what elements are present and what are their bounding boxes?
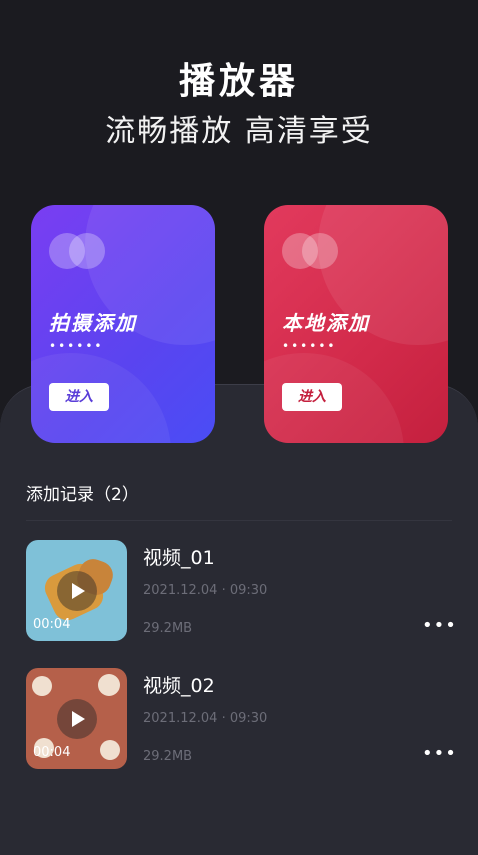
list-item[interactable]: 00:04 视频_02 2021.12.04 · 09:30 29.2MB ••… [26, 668, 456, 770]
divider [26, 520, 452, 521]
list-item[interactable]: 00:04 视频_01 2021.12.04 · 09:30 29.2MB ••… [26, 540, 456, 642]
video-thumbnail[interactable]: 00:04 [26, 540, 127, 641]
video-thumbnail[interactable]: 00:04 [26, 668, 127, 769]
page-subtitle: 流畅播放 高清享受 [105, 114, 373, 149]
shoot-add-card[interactable]: 拍摄添加 •••••• 进入 [31, 205, 215, 443]
card-label: 本地添加 [282, 311, 370, 335]
enter-button[interactable]: 进入 [282, 383, 342, 411]
more-icon[interactable]: ••• [422, 744, 456, 764]
play-icon[interactable] [57, 699, 97, 739]
more-icon[interactable]: ••• [422, 616, 456, 636]
card-circles-icon [282, 233, 342, 269]
video-date: 2021.12.04 · 09:30 [143, 711, 268, 726]
video-name: 视频_02 [143, 675, 215, 697]
play-icon[interactable] [57, 571, 97, 611]
thumbnail-image [100, 740, 120, 760]
video-name: 视频_01 [143, 547, 215, 569]
video-date: 2021.12.04 · 09:30 [143, 583, 268, 598]
thumbnail-image [98, 674, 120, 696]
video-size: 29.2MB [143, 621, 193, 636]
video-duration: 00:04 [33, 745, 71, 760]
local-add-card[interactable]: 本地添加 •••••• 进入 [264, 205, 448, 443]
card-label: 拍摄添加 [49, 311, 137, 335]
video-duration: 00:04 [33, 617, 71, 632]
page-title: 播放器 [178, 61, 299, 102]
card-dots: •••••• [282, 339, 337, 353]
thumbnail-image [32, 676, 52, 696]
enter-button[interactable]: 进入 [49, 383, 109, 411]
card-dots: •••••• [49, 339, 104, 353]
history-title: 添加记录（2） [26, 485, 139, 505]
video-size: 29.2MB [143, 749, 193, 764]
card-circles-icon [49, 233, 109, 269]
